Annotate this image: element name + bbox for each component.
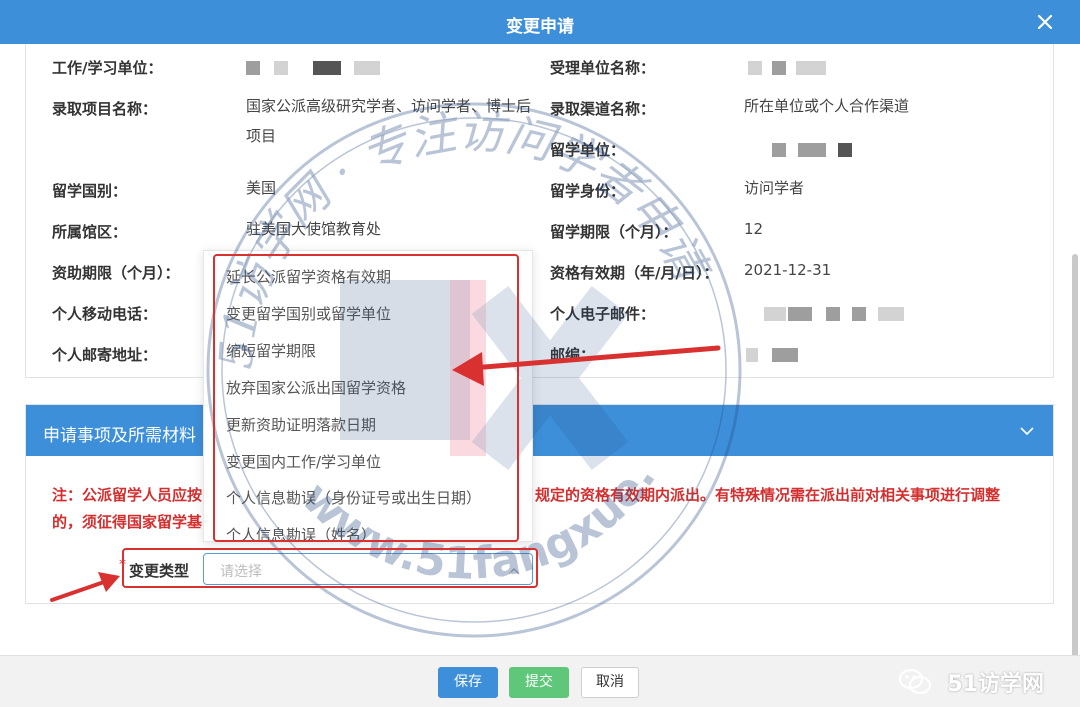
select-highlight-box xyxy=(122,548,538,588)
country-value: 美国 xyxy=(246,179,277,197)
channel-value: 所在单位或个人合作渠道 xyxy=(744,97,910,115)
address-label: 个人邮寄地址： xyxy=(52,346,158,364)
period-value: 12 xyxy=(744,220,764,238)
scrollbar[interactable] xyxy=(1072,254,1078,655)
materials-section-header[interactable]: 申请事项及所需材料 xyxy=(26,405,1053,456)
study-unit-label: 留学单位： xyxy=(550,141,626,159)
chevron-down-icon[interactable] xyxy=(1019,423,1035,439)
email-label: 个人电子邮件： xyxy=(550,305,656,323)
close-icon[interactable] xyxy=(1032,9,1058,35)
dropdown-highlight-box xyxy=(213,254,519,542)
embassy-label: 所属馆区： xyxy=(52,223,128,241)
materials-section-title: 申请事项及所需材料 xyxy=(43,426,196,446)
dialog-header: 变更申请 xyxy=(0,0,1080,44)
project-value: 国家公派高级研究学者、访问学者、博士后项目 xyxy=(246,97,532,145)
validity-label: 资格有效期（年/月/日）： xyxy=(550,264,719,282)
cancel-button[interactable]: 取消 xyxy=(581,667,639,698)
note-line1-right: 规定的资格有效期内派出。有特殊情况需在派出前对相关事项进行调整 xyxy=(535,486,1001,504)
note-line2-left: 的，须征得国家留学基 xyxy=(52,513,203,531)
save-button[interactable]: 保存 xyxy=(438,667,498,698)
funding-period-label: 资助期限（个月）： xyxy=(52,264,180,282)
wechat-icon xyxy=(898,668,932,696)
receiving-unit-label: 受理单位名称： xyxy=(550,59,656,77)
dialog-title: 变更申请 xyxy=(506,17,574,37)
channel-label: 录取渠道名称： xyxy=(550,100,656,118)
identity-value: 访问学者 xyxy=(744,179,805,197)
identity-label: 留学身份： xyxy=(550,182,626,200)
postcode-label: 邮编： xyxy=(550,346,596,364)
phone-label: 个人移动电话： xyxy=(52,305,158,323)
applicant-info-card: 工作/学习单位： 受理单位名称： 录取项目名称： 国家公派高级研究学者、访问学者… xyxy=(25,44,1054,378)
period-label: 留学期限（个月）： xyxy=(550,223,678,241)
submit-button[interactable]: 提交 xyxy=(509,667,569,698)
project-label: 录取项目名称： xyxy=(52,100,158,118)
dialog-footer: 保存 提交 取消 51访学网 xyxy=(0,655,1080,707)
embassy-value: 驻美国大使馆教育处 xyxy=(246,220,382,238)
note-line1-left: 注：公派留学人员应按 xyxy=(52,486,203,504)
validity-value: 2021-12-31 xyxy=(744,261,832,279)
country-label: 留学国别： xyxy=(52,182,128,200)
brand-watermark: 51访学网 xyxy=(947,672,1044,697)
work-unit-label: 工作/学习单位： xyxy=(52,59,163,77)
